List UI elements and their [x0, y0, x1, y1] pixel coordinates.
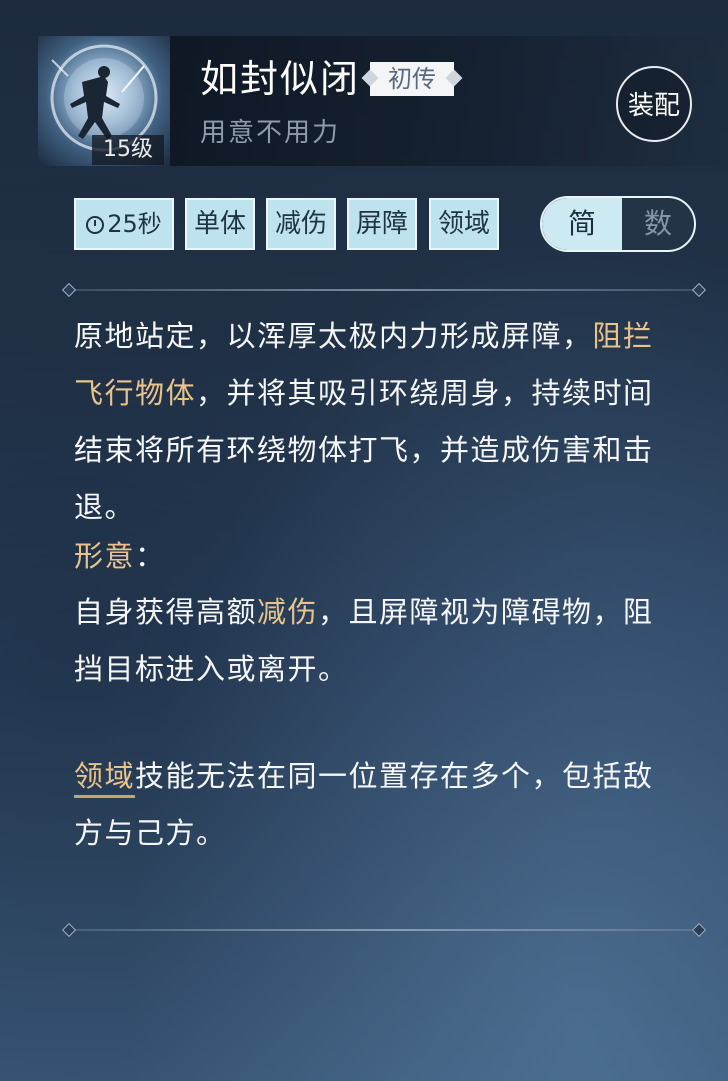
rank-tag: 初传 [370, 62, 454, 96]
domain-note-text: 技能无法在同一位置存在多个，包括敌方与己方。 [74, 759, 654, 850]
form-text-1: 自身获得高额 [74, 595, 258, 629]
equip-button[interactable]: 装配 [616, 66, 692, 142]
domain-note: 领域技能无法在同一位置存在多个，包括敌方与己方。 [74, 748, 674, 862]
tag-single-target: 单体 [185, 198, 255, 250]
toggle-simple-option[interactable]: 简 [542, 198, 622, 250]
skill-description: 原地站定，以浑厚太极内力形成屏障，阻拦飞行物体，并将其吸引环绕周身，持续时间结束… [74, 308, 674, 536]
divider-bottom [70, 929, 698, 931]
clock-icon [86, 216, 105, 234]
skill-subtitle: 用意不用力 [200, 118, 341, 148]
duration-tag: 25秒 [74, 198, 174, 250]
tag-domain: 领域 [429, 198, 499, 250]
description-mode-toggle[interactable]: 简 数 [540, 196, 696, 252]
divider-top [70, 289, 698, 291]
tag-barrier: 屏障 [347, 198, 417, 250]
domain-link[interactable]: 领域 [74, 759, 136, 798]
duration-value: 25秒 [107, 210, 162, 238]
level-badge: 15级 [92, 135, 164, 165]
form-intent-description: 自身获得高额减伤，且屏障视为障碍物，阻挡目标进入或离开。 [74, 584, 674, 698]
form-highlight: 减伤 [257, 595, 319, 629]
skill-name: 如封似闭 [200, 57, 361, 101]
form-intent-label: 形意： [74, 528, 166, 585]
form-label-colon: ： [135, 539, 166, 573]
description-text-1: 原地站定，以浑厚太极内力形成屏障， [74, 319, 593, 353]
toggle-numeric-option[interactable]: 数 [622, 198, 694, 250]
form-label-text: 形意 [74, 539, 136, 573]
tag-damage-reduction: 减伤 [266, 198, 336, 250]
